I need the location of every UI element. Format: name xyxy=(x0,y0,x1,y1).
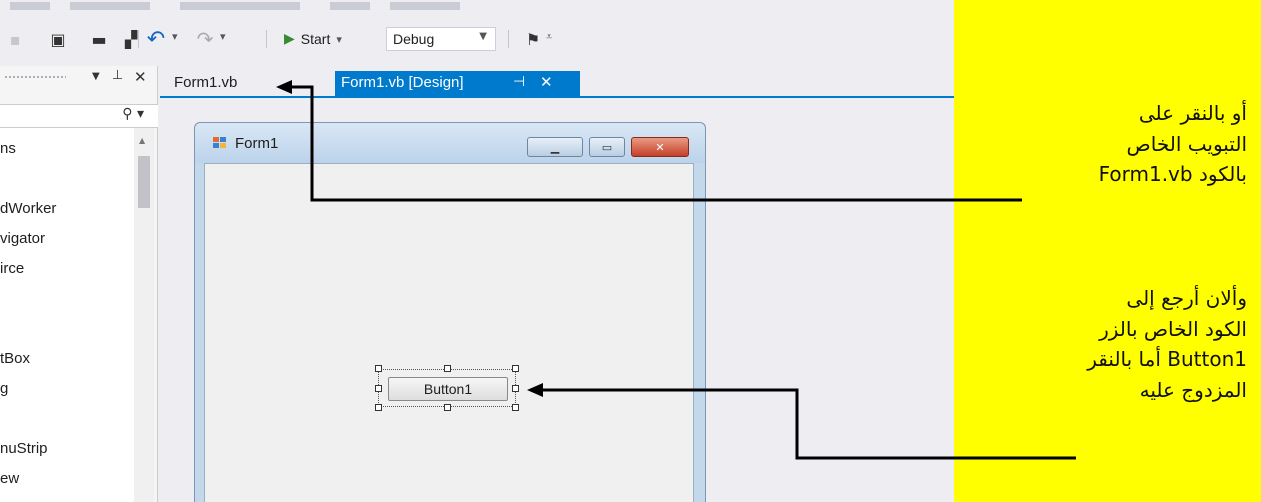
resize-handle[interactable] xyxy=(444,404,451,411)
panel-grip[interactable] xyxy=(4,75,66,79)
tab-design-label: Form1.vb [Design] xyxy=(341,74,464,91)
list-item[interactable]: nuStrip xyxy=(0,440,48,457)
toolbar-overflow-icon[interactable]: ⩡ xyxy=(546,30,552,44)
solution-configuration-select[interactable]: Debug ▼ xyxy=(386,27,496,51)
annotation-line: المزدوج عليه xyxy=(1139,377,1247,402)
tab-form1-design[interactable]: Form1.vb [Design] ⊣ ✕ xyxy=(335,71,580,97)
form1-window[interactable]: Form1 ▁ ▭ ✕ xyxy=(194,122,706,502)
annotation-line: بالكود Form1.vb xyxy=(1098,162,1247,186)
toolbox-panel: ▼ ⊥ ✕ ⚲ ▾ ns dWorker vigator irce tBox g… xyxy=(0,66,158,502)
resize-handle[interactable] xyxy=(375,404,382,411)
resize-handle[interactable] xyxy=(375,385,382,392)
form-client-area[interactable] xyxy=(204,163,694,502)
config-select-value: Debug xyxy=(393,31,435,47)
start-dropdown-icon[interactable]: ▾ xyxy=(336,33,342,46)
toolbox-search-input[interactable]: ⚲ ▾ xyxy=(0,104,158,128)
resize-handle[interactable] xyxy=(512,404,519,411)
annotation-line: أو بالنقر على xyxy=(1138,101,1247,125)
annotation-line: التبويب الخاص xyxy=(1126,131,1247,156)
close-tab-icon[interactable]: ✕ xyxy=(540,73,553,91)
minimize-icon[interactable]: ▁ xyxy=(527,137,583,157)
panel-menu-chevron-icon[interactable]: ▼ xyxy=(92,71,100,82)
search-icon: ⚲ ▾ xyxy=(122,106,144,122)
resize-handle[interactable] xyxy=(512,365,519,372)
save-icon[interactable]: ▬ xyxy=(88,28,110,50)
form-title-bar: Form1 ▁ ▭ ✕ xyxy=(195,123,705,163)
tab-form1-code[interactable]: Form1.vb xyxy=(168,71,243,96)
play-icon: ▶ xyxy=(284,31,295,47)
standard-toolbar: ▪ ▣ ▬ ▞ ↶ ▾ ↷ ▾ ▶ Start ▾ Debug ▼ ⚑ ⩡ xyxy=(0,18,954,60)
annotation-line: وألان أرجع إلى xyxy=(1126,286,1247,310)
toolbar-edge-icon: ▪ xyxy=(9,29,21,49)
list-item[interactable]: ew xyxy=(0,470,19,487)
undo-icon[interactable]: ↶ xyxy=(145,27,167,52)
redo-icon[interactable]: ↷ xyxy=(194,27,216,51)
list-item[interactable]: vigator xyxy=(0,230,45,247)
list-item[interactable]: ns xyxy=(0,140,16,157)
chevron-down-icon: ▼ xyxy=(479,31,487,42)
ide-screenshot: ▪ ▣ ▬ ▞ ↶ ▾ ↷ ▾ ▶ Start ▾ Debug ▼ ⚑ ⩡ ▼ … xyxy=(0,0,954,502)
toolbox-list: ns dWorker vigator irce tBox g nuStrip e… xyxy=(0,128,134,502)
resize-handle[interactable] xyxy=(512,385,519,392)
toolbox-header: ▼ ⊥ ✕ xyxy=(0,66,158,90)
resize-handle[interactable] xyxy=(375,365,382,372)
annotation-double-click: وألان أرجع إلى الكود الخاص بالزر Button1… xyxy=(1087,283,1247,405)
form-title: Form1 xyxy=(235,135,279,152)
window-close-icon[interactable]: ✕ xyxy=(631,137,689,157)
form-app-icon xyxy=(213,137,227,149)
pin-tab-icon[interactable]: ⊣ xyxy=(513,74,525,90)
annotation-line: الكود الخاص بالزر xyxy=(1099,316,1247,341)
list-item[interactable]: g xyxy=(0,380,8,397)
find-in-files-icon[interactable]: ⚑ xyxy=(522,28,544,50)
save-selected-icon[interactable]: ▣ xyxy=(47,28,69,50)
start-button-label: Start xyxy=(300,31,331,47)
annotation-code-tab: أو بالنقر على التبويب الخاص بالكود Form1… xyxy=(1099,98,1247,190)
scrollbar-thumb[interactable] xyxy=(138,156,150,208)
start-button[interactable]: ▶ Start ▾ xyxy=(284,28,342,50)
maximize-icon[interactable]: ▭ xyxy=(589,137,625,157)
toolbox-scrollbar[interactable]: ▲ xyxy=(134,128,154,502)
undo-dropdown-icon[interactable]: ▾ xyxy=(172,30,178,43)
annotation-line: Button1 أما بالنقر xyxy=(1087,347,1247,371)
pin-icon[interactable]: ⊥ xyxy=(112,68,123,83)
scroll-up-icon[interactable]: ▲ xyxy=(139,136,145,145)
resize-handle[interactable] xyxy=(444,365,451,372)
top-toolbar-row xyxy=(0,0,954,18)
redo-dropdown-icon[interactable]: ▾ xyxy=(220,30,226,43)
list-item[interactable]: tBox xyxy=(0,350,30,367)
list-item[interactable]: irce xyxy=(0,260,24,277)
document-tab-strip: Form1.vb Form1.vb [Design] ⊣ ✕ xyxy=(160,66,954,98)
list-item[interactable]: dWorker xyxy=(0,200,56,217)
close-icon[interactable]: ✕ xyxy=(134,68,147,86)
button1[interactable]: Button1 xyxy=(388,377,508,401)
